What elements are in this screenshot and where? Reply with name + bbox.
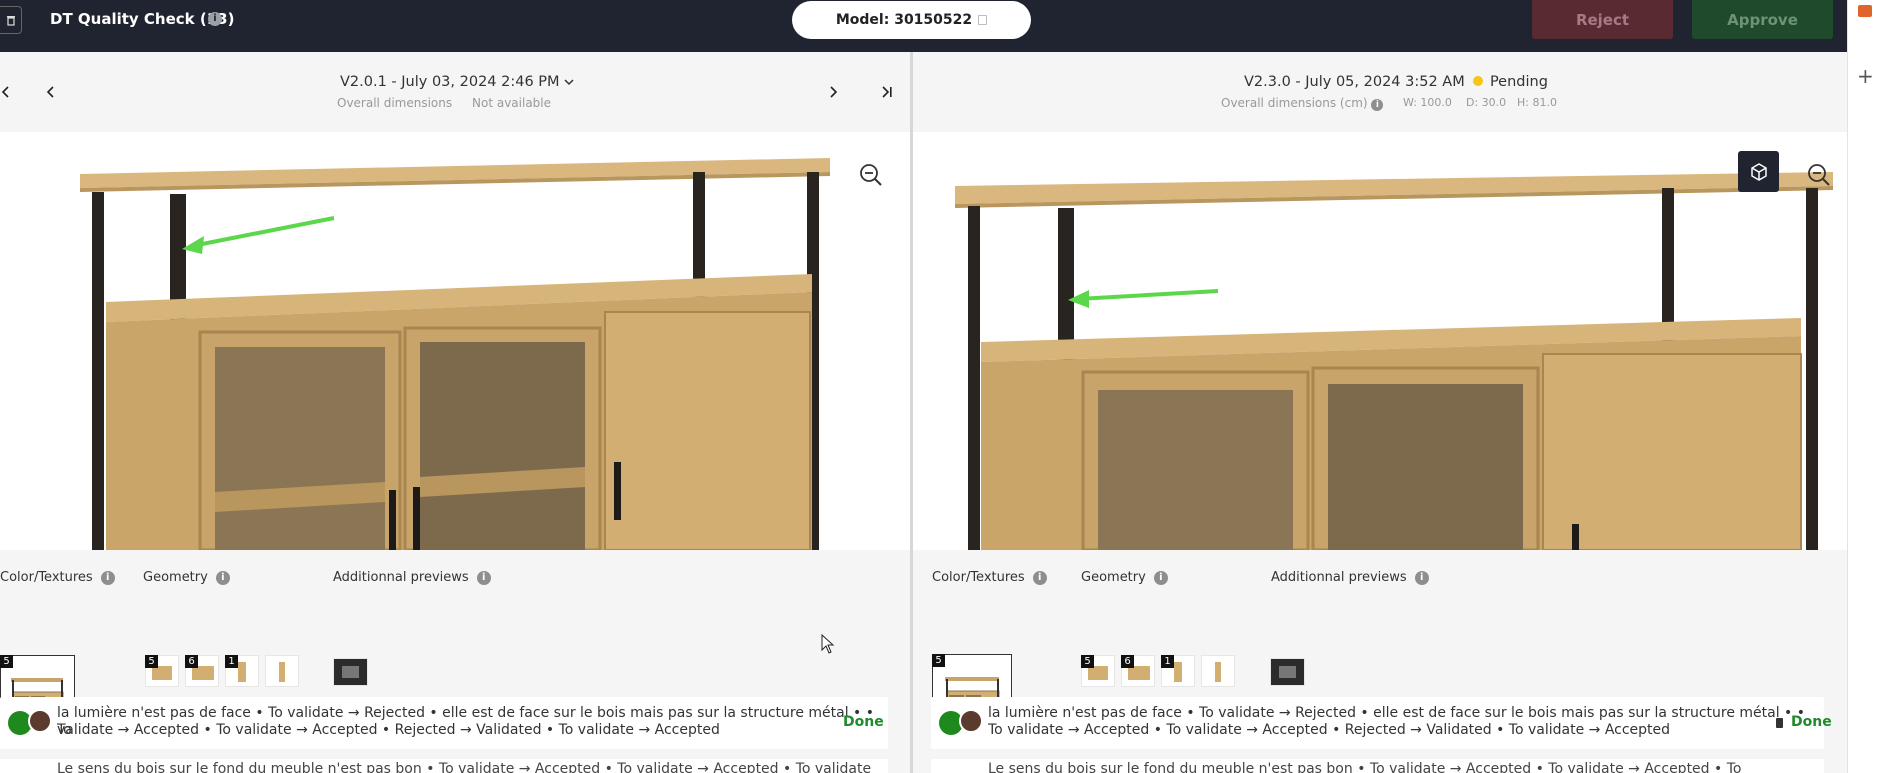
width-value: W: 100.0	[1403, 96, 1452, 109]
comment-card[interactable]: Le sens du bois sur le fond du meuble n'…	[0, 759, 888, 773]
comment-card[interactable]: Le sens du bois sur le fond du meuble n'…	[931, 759, 1824, 773]
count-badge: 5	[0, 655, 13, 668]
top-bar: DT Quality Check (13) i Model: 30150522 …	[0, 0, 1847, 52]
geometry-section: Geometry i	[1081, 570, 1168, 585]
info-icon[interactable]: i	[208, 12, 222, 26]
right-preview-image[interactable]	[913, 132, 1847, 550]
geometry-thumbnail[interactable]: 6	[185, 655, 219, 687]
model-label: Model: 30150522	[835, 12, 973, 28]
geometry-thumbnail[interactable]: 1	[1161, 655, 1195, 687]
left-version-header: V2.0.1 - July 03, 2024 2:46 PM Overall d…	[0, 52, 910, 132]
count-badge: 6	[185, 655, 198, 668]
count-badge: 1	[225, 655, 238, 668]
geometry-section: Geometry i	[143, 570, 230, 585]
avatar	[959, 709, 983, 733]
left-preview-image[interactable]	[0, 132, 910, 550]
thumbnail-image	[1279, 666, 1296, 678]
comment-card[interactable]: la lumière n'est pas de face • To valida…	[0, 697, 888, 749]
comment-text-line2: validate → Accepted • To validate → Acce…	[57, 722, 720, 738]
info-icon[interactable]: i	[476, 570, 491, 585]
section-label: Additionnal previews	[333, 570, 469, 585]
thumbnail-image	[1215, 662, 1221, 682]
section-label: Additionnal previews	[1271, 570, 1407, 585]
toolbox-icon[interactable]	[1858, 5, 1872, 17]
additional-previews-section: Additionnal previews i	[333, 570, 491, 585]
last-version-icon[interactable]	[880, 85, 894, 99]
geometry-thumbnail[interactable]: 5	[145, 655, 179, 687]
color-textures-section: Color/Textures i	[0, 570, 115, 585]
right-rail: +	[1847, 0, 1880, 773]
thumbnail-image	[342, 666, 359, 678]
page-title: DT Quality Check (13)	[50, 10, 235, 28]
depth-value: D: 30.0	[1466, 96, 1507, 109]
count-badge: 5	[145, 655, 158, 668]
add-icon[interactable]: +	[1857, 66, 1874, 86]
cube-icon	[1750, 162, 1767, 181]
delete-button[interactable]	[0, 6, 22, 34]
first-version-icon[interactable]	[0, 85, 12, 99]
section-label: Color/Textures	[932, 570, 1025, 585]
additional-preview-thumbnail[interactable]	[1270, 658, 1305, 686]
count-badge: 5	[932, 654, 945, 667]
dims-label-text: Overall dimensions (cm)	[1221, 96, 1368, 110]
dims-label: Overall dimensions	[337, 96, 453, 110]
count-badge: 5	[1081, 655, 1094, 668]
cabinet-render	[80, 158, 830, 550]
geometry-thumbnail[interactable]: 5	[1081, 655, 1115, 687]
comment-card[interactable]: la lumière n'est pas de face • To valida…	[931, 697, 1832, 749]
dims-label: Overall dimensions (cm) i	[1221, 96, 1384, 111]
zoom-out-icon[interactable]	[857, 161, 885, 189]
additional-preview-thumbnail[interactable]	[333, 658, 368, 686]
geometry-thumbnail[interactable]: 6	[1121, 655, 1155, 687]
section-label: Geometry	[1081, 570, 1146, 585]
additional-previews-section: Additionnal previews i	[1271, 570, 1429, 585]
status-label: Pending	[1489, 74, 1548, 90]
thumbnail-image	[279, 662, 285, 682]
info-icon[interactable]: i	[1032, 570, 1047, 585]
geometry-thumbnail[interactable]	[265, 655, 299, 687]
info-icon[interactable]: i	[100, 570, 115, 585]
version-selector[interactable]: V2.3.0 - July 05, 2024 3:52 AM Pending	[1244, 74, 1548, 90]
info-icon[interactable]: i	[1371, 99, 1384, 111]
dims-value: Not available	[472, 96, 552, 110]
right-version-panel: V2.3.0 - July 05, 2024 3:52 AM Pending O…	[913, 52, 1847, 773]
count-badge: 6	[1121, 655, 1134, 668]
info-icon[interactable]: i	[215, 570, 230, 585]
model-pill[interactable]: Model: 30150522	[792, 1, 1031, 39]
info-icon[interactable]: i	[1414, 570, 1429, 585]
3d-view-button[interactable]	[1738, 151, 1779, 192]
avatar	[28, 709, 52, 733]
count-badge: 1	[1161, 655, 1174, 668]
reject-button[interactable]: Reject	[1532, 0, 1673, 39]
color-textures-section: Color/Textures i	[932, 570, 1047, 585]
approve-button[interactable]: Approve	[1692, 0, 1833, 39]
version-title: V2.0.1 - July 03, 2024 2:46 PM	[340, 74, 560, 90]
comment-text: Le sens du bois sur le fond du meuble n'…	[988, 761, 1742, 773]
right-version-header: V2.3.0 - July 05, 2024 3:52 AM Pending O…	[913, 52, 1847, 132]
section-label: Geometry	[143, 570, 208, 585]
done-status[interactable]: Done	[843, 714, 884, 730]
comment-text-line2: To validate → Accepted • To validate → A…	[988, 722, 1671, 738]
geometry-thumbnail[interactable]: 1	[225, 655, 259, 687]
height-value: H: 81.0	[1517, 96, 1557, 109]
cabinet-render	[955, 172, 1833, 550]
comment-text-line1: la lumière n'est pas de face • To valida…	[988, 705, 1806, 721]
done-status[interactable]: Done	[1791, 714, 1832, 730]
version-selector[interactable]: V2.0.1 - July 03, 2024 2:46 PM	[340, 74, 574, 90]
info-icon[interactable]: i	[1153, 570, 1168, 585]
chevron-down-icon	[564, 79, 574, 86]
left-version-panel: V2.0.1 - July 03, 2024 2:46 PM Overall d…	[0, 52, 910, 773]
zoom-out-icon[interactable]	[1805, 161, 1833, 189]
next-version-icon[interactable]	[828, 85, 840, 99]
pending-status-dot	[1473, 76, 1484, 86]
section-label: Color/Textures	[0, 570, 93, 585]
prev-version-icon[interactable]	[45, 85, 57, 99]
version-title: V2.3.0 - July 05, 2024 3:52 AM	[1244, 74, 1465, 90]
comment-text: Le sens du bois sur le fond du meuble n'…	[57, 761, 872, 773]
copy-icon[interactable]	[978, 15, 988, 25]
mouse-cursor-icon	[821, 634, 835, 654]
trash-icon	[6, 16, 15, 26]
geometry-thumbnail[interactable]	[1201, 655, 1235, 687]
pin-icon[interactable]	[1776, 718, 1783, 728]
